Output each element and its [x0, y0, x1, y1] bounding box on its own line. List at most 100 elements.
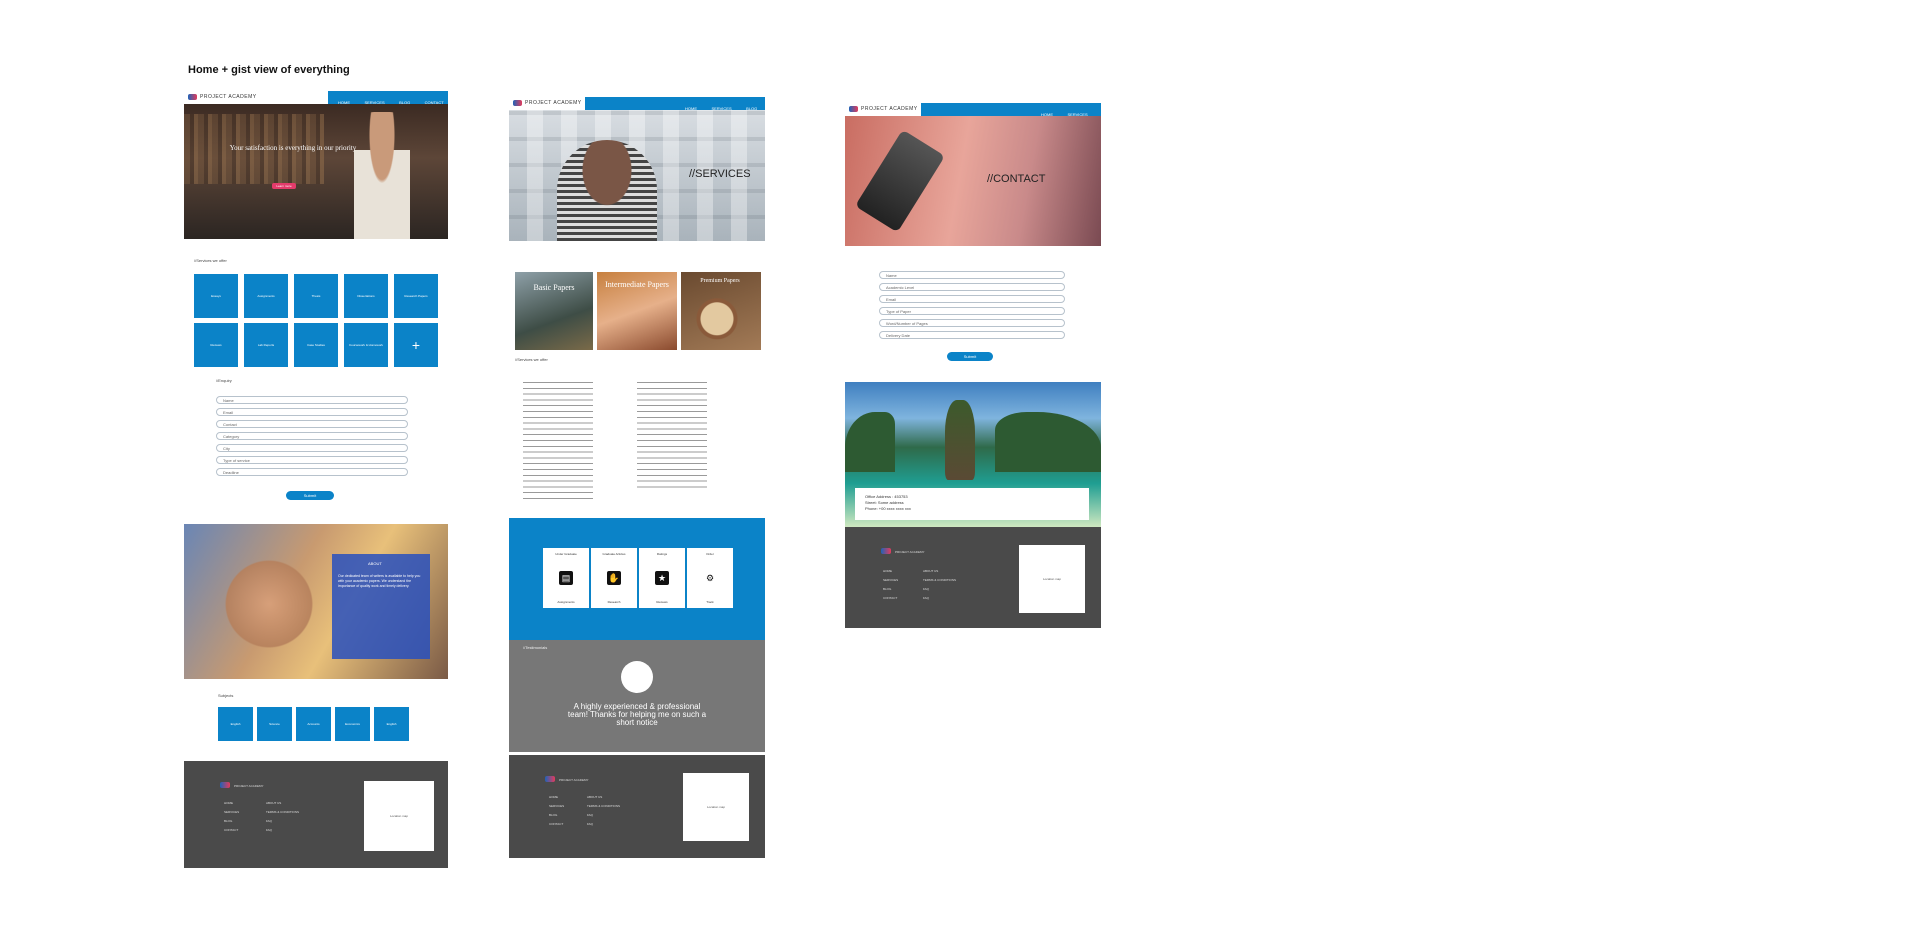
- brand-logo-icon: [849, 106, 858, 112]
- footer-link[interactable]: HOME: [883, 567, 898, 576]
- service-tile[interactable]: Coursework & Homework: [344, 323, 388, 367]
- contact-footer: PROJECT ACADEMY HOME SERVICES BLOG CONTA…: [845, 527, 1101, 628]
- features-band: Under Graduate ▤ Assignments Graduate Ar…: [509, 518, 765, 640]
- enquiry-email-field[interactable]: Email: [216, 408, 408, 416]
- service-tile[interactable]: Thesis: [294, 274, 338, 318]
- brand-logo-icon: [188, 94, 197, 100]
- hero-button[interactable]: Learn more: [272, 183, 296, 189]
- testimonials-heading: //Testimonials: [523, 645, 548, 650]
- enquiry-category-field[interactable]: Category: [216, 432, 408, 440]
- footer-link[interactable]: FAQ: [587, 811, 620, 820]
- footer-link[interactable]: ABOUT US: [587, 793, 620, 802]
- contact-submit-button[interactable]: Submit: [947, 352, 993, 361]
- footer-link[interactable]: HOME: [224, 799, 239, 808]
- enquiry-service-type-field[interactable]: Type of service: [216, 456, 408, 464]
- contact-pages-field[interactable]: Word/Number of Pages: [879, 319, 1065, 327]
- level-card-intermediate[interactable]: Intermediate Papers: [597, 272, 677, 350]
- service-tile[interactable]: Case Studies: [294, 323, 338, 367]
- footer-link[interactable]: CONTACT: [549, 820, 564, 829]
- about-panel: ABOUT Our dedicated team of writers is a…: [332, 554, 430, 659]
- feature-card-caption: Research: [607, 600, 621, 604]
- footer-link[interactable]: HOME: [549, 793, 564, 802]
- level-card-basic[interactable]: Basic Papers: [515, 272, 593, 350]
- star-icon: ★: [655, 571, 669, 585]
- add-service-plus-icon[interactable]: +: [394, 323, 438, 367]
- footer-link[interactable]: CONTACT: [883, 594, 898, 603]
- about-text: Our dedicated team of writers is availab…: [338, 574, 421, 588]
- location-image: Office Address : 453753 Street: Some add…: [845, 382, 1101, 527]
- footer-logo-icon: [220, 782, 230, 788]
- contact-name-field[interactable]: Name: [879, 271, 1065, 279]
- contact-hero-title: //CONTACT: [987, 173, 1046, 185]
- brand-name: PROJECT ACADEMY: [525, 100, 582, 106]
- service-tile[interactable]: Lab Reports: [244, 323, 288, 367]
- feature-card[interactable]: Order ⚙ Track: [687, 548, 733, 608]
- service-tile[interactable]: Dissertations: [344, 274, 388, 318]
- footer-link[interactable]: TERMS & CONDITIONS: [923, 576, 956, 585]
- service-tile[interactable]: Essays: [194, 274, 238, 318]
- enquiry-submit-button[interactable]: Submit: [286, 491, 334, 500]
- feature-card-title: Order: [706, 552, 714, 556]
- nav-bar: HOME SERVICES BLOG CONTACT: [585, 97, 765, 129]
- enquiry-deadline-field[interactable]: Deadline: [216, 468, 408, 476]
- feature-card[interactable]: Under Graduate ▤ Assignments: [543, 548, 589, 608]
- feature-card[interactable]: Ratings ★ Reviews: [639, 548, 685, 608]
- service-tile[interactable]: Research Papers: [394, 274, 438, 318]
- level-label: Premium Papers: [700, 278, 740, 284]
- subject-tile[interactable]: Accounts: [296, 707, 331, 741]
- footer-link[interactable]: BLOG: [224, 817, 239, 826]
- footer-map-box: Location map: [364, 781, 434, 851]
- footer-logo-icon: [545, 776, 555, 782]
- contact-email-field[interactable]: Email: [879, 295, 1065, 303]
- contact-delivery-date-field[interactable]: Delivery Date: [879, 331, 1065, 339]
- contact-nav: PROJECT ACADEMY HOME SERVICES BLOG CONTA…: [845, 103, 1101, 135]
- footer-link[interactable]: SERVICES: [224, 808, 239, 817]
- subject-tile[interactable]: English: [374, 707, 409, 741]
- footer-link[interactable]: ABOUT US: [266, 799, 299, 808]
- footer-link[interactable]: BLOG: [549, 811, 564, 820]
- subjects-heading: Subjects: [218, 693, 234, 698]
- footer-link[interactable]: FAQ: [587, 820, 620, 829]
- subject-tile[interactable]: English: [218, 707, 253, 741]
- enquiry-city-field[interactable]: City: [216, 444, 408, 452]
- footer-brand: PROJECT ACADEMY: [895, 550, 925, 554]
- footer-link[interactable]: SERVICES: [549, 802, 564, 811]
- footer-brand: PROJECT ACADEMY: [559, 778, 589, 782]
- testimonials-band: //Testimonials A highly experienced & pr…: [509, 640, 765, 757]
- brand-logo-icon: [513, 100, 522, 106]
- subject-tile[interactable]: Economics: [335, 707, 370, 741]
- level-card-premium[interactable]: Premium Papers: [681, 272, 761, 350]
- hero-person: [557, 140, 657, 241]
- contact-level-field[interactable]: Academic Level: [879, 283, 1065, 291]
- services-heading: //Services we offer: [194, 258, 227, 263]
- contact-paper-type-field[interactable]: Type of Paper: [879, 307, 1065, 315]
- service-tile[interactable]: Assignments: [244, 274, 288, 318]
- subject-tile[interactable]: Science: [257, 707, 292, 741]
- enquiry-contact-field[interactable]: Contact: [216, 420, 408, 428]
- services-list-right: [637, 382, 707, 490]
- footer-link[interactable]: TERMS & CONDITIONS: [266, 808, 299, 817]
- enquiry-name-field[interactable]: Name: [216, 396, 408, 404]
- footer-link[interactable]: CONTACT: [224, 826, 239, 835]
- home-nav: PROJECT ACADEMY HOME SERVICES BLOG CONTA…: [184, 91, 448, 105]
- footer-link[interactable]: SERVICES: [883, 576, 898, 585]
- footer-link[interactable]: BLOG: [883, 585, 898, 594]
- footer-link[interactable]: ABOUT US: [923, 567, 956, 576]
- feature-card[interactable]: Graduate Articles ✋ Research: [591, 548, 637, 608]
- footer-link[interactable]: FAQ: [923, 594, 956, 603]
- avatar: [621, 661, 653, 693]
- phone-image: [854, 129, 946, 233]
- hero-title: Your satisfaction is everything in our p…: [229, 144, 357, 152]
- services-list-left: [523, 382, 593, 504]
- footer-link[interactable]: FAQ: [266, 826, 299, 835]
- footer-link[interactable]: FAQ: [923, 585, 956, 594]
- service-tile[interactable]: Reviews: [194, 323, 238, 367]
- book-icon: ▤: [559, 571, 573, 585]
- brand-name: PROJECT ACADEMY: [861, 106, 918, 112]
- services-page-mockup: PROJECT ACADEMY HOME SERVICES BLOG CONTA…: [509, 97, 765, 859]
- services-nav: PROJECT ACADEMY HOME SERVICES BLOG CONTA…: [509, 97, 765, 129]
- footer-link[interactable]: TERMS & CONDITIONS: [587, 802, 620, 811]
- enquiry-heading: //Enquiry: [216, 378, 232, 383]
- footer-link[interactable]: FAQ: [266, 817, 299, 826]
- feature-card-caption: Track: [706, 600, 714, 604]
